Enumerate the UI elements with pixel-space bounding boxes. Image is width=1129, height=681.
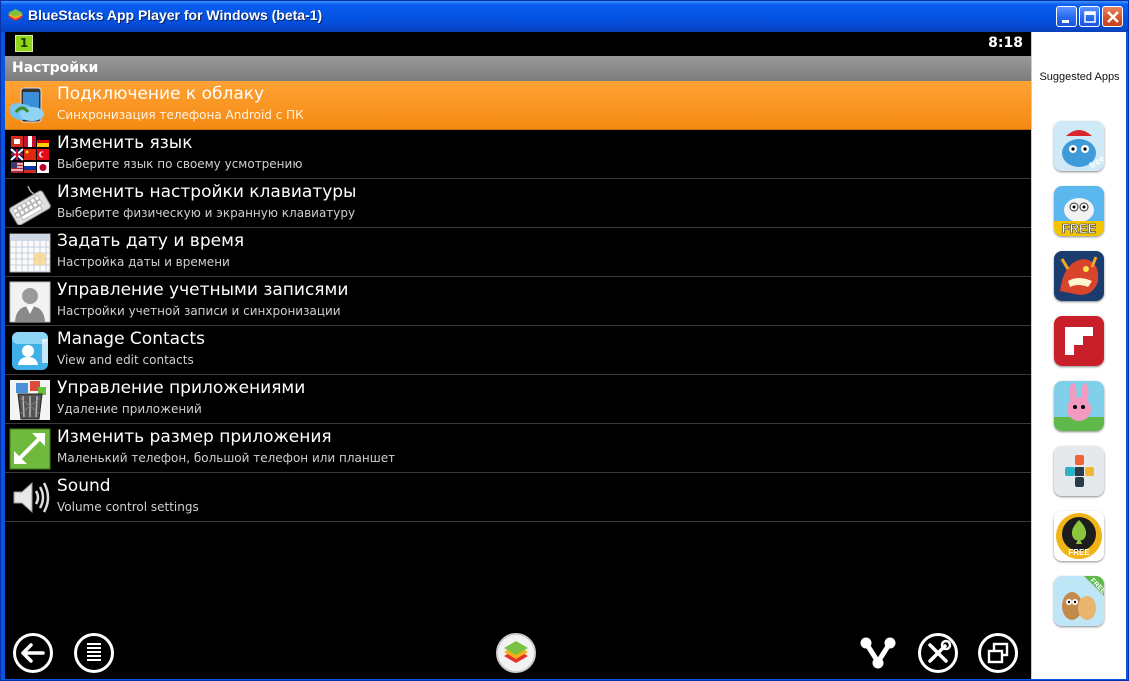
home-button[interactable]	[495, 632, 537, 674]
app-6-icon	[1054, 446, 1104, 496]
settings-header: Настройки	[5, 56, 1031, 81]
bottom-navigation-bar	[5, 629, 1031, 679]
settings-item-subtitle: Выберите язык по своему усмотрению	[57, 157, 303, 171]
calendar-icon	[9, 233, 51, 273]
suggested-app-7[interactable]: FREE	[1054, 511, 1104, 561]
menu-button[interactable]	[73, 632, 115, 674]
suggested-app-5[interactable]	[1054, 381, 1104, 431]
app-5-icon	[1054, 381, 1104, 431]
maximize-button[interactable]	[1079, 6, 1100, 27]
cloud-phone-icon	[10, 87, 44, 123]
share-icon[interactable]	[857, 632, 899, 674]
account-icon	[9, 281, 51, 323]
app-8-icon: FREE	[1054, 576, 1104, 626]
app-1-icon: free	[1054, 121, 1104, 171]
settings-tools-button[interactable]	[917, 632, 959, 674]
suggested-app-6[interactable]	[1054, 446, 1104, 496]
settings-item-cloud[interactable]: Подключение к облаку Синхронизация телеф…	[5, 81, 1031, 130]
settings-item-title: Подключение к облаку	[57, 84, 265, 104]
settings-item-accounts[interactable]: Управление учетными записями Настройки у…	[5, 277, 1031, 326]
title-bar[interactable]: BlueStacks App Player for Windows (beta-…	[1, 1, 1128, 32]
settings-item-subtitle: Синхронизация телефона Android с ПК	[57, 108, 304, 122]
settings-item-title: Изменить настройки клавиатуры	[57, 182, 357, 202]
suggested-app-4[interactable]	[1054, 316, 1104, 366]
notification-icon[interactable]: 1	[15, 35, 33, 52]
page-title: Настройки	[12, 60, 99, 76]
maximize-icon	[1084, 11, 1096, 23]
suggested-apps-panel: Suggested Apps free FREE FREE FREE	[1031, 32, 1126, 679]
suggested-app-1[interactable]: free	[1054, 121, 1104, 171]
settings-item-title: Изменить размер приложения	[57, 427, 332, 447]
flipboard-icon	[1054, 316, 1104, 366]
app-2-icon: FREE	[1054, 186, 1104, 236]
settings-item-apps[interactable]: Управление приложениями Удаление приложе…	[5, 375, 1031, 424]
settings-item-sound[interactable]: Sound Volume control settings	[5, 473, 1031, 522]
window-title: BlueStacks App Player for Windows (beta-…	[28, 7, 323, 23]
app-badge: FREE	[1062, 221, 1097, 236]
close-icon	[1107, 11, 1119, 23]
settings-item-title: Управление приложениями	[57, 378, 306, 398]
settings-item-contacts[interactable]: Manage Contacts View and edit contacts	[5, 326, 1031, 375]
status-time: 8:18	[988, 35, 1023, 51]
suggested-app-3[interactable]	[1054, 251, 1104, 301]
app-badge: FREE	[1068, 548, 1090, 557]
settings-item-title: Изменить язык	[57, 133, 193, 153]
minimize-icon	[1062, 20, 1069, 23]
settings-item-subtitle: Настройка даты и времени	[57, 255, 230, 269]
settings-item-title: Задать дату и время	[57, 231, 245, 251]
bluestacks-logo-icon	[8, 9, 23, 21]
settings-item-title: Manage Contacts	[57, 329, 205, 349]
settings-item-subtitle: Volume control settings	[57, 500, 199, 514]
settings-item-subtitle: Выберите физическую и экранную клавиатур…	[57, 206, 356, 220]
trash-icon	[10, 380, 50, 420]
minimize-button[interactable]	[1056, 6, 1077, 27]
settings-item-language[interactable]: Изменить язык Выберите язык по своему ус…	[5, 130, 1031, 179]
suggested-apps-title: Suggested Apps	[1039, 71, 1120, 83]
flags-icon	[10, 136, 49, 173]
app-7-icon: FREE	[1054, 511, 1104, 561]
settings-item-subtitle: View and edit contacts	[57, 353, 194, 367]
settings-item-title: Управление учетными записями	[57, 280, 349, 300]
suggested-app-8[interactable]: FREE	[1054, 576, 1104, 626]
back-button[interactable]	[12, 632, 54, 674]
client-area: 1 8:18 Настройки Подключение к облаку Си…	[5, 32, 1126, 679]
settings-item-datetime[interactable]: Задать дату и время Настройка даты и вре…	[5, 228, 1031, 277]
settings-list: Подключение к облаку Синхронизация телеф…	[5, 81, 1031, 522]
suggested-app-2[interactable]: FREE	[1054, 186, 1104, 236]
close-button[interactable]	[1102, 6, 1123, 27]
app-window: BlueStacks App Player for Windows (beta-…	[0, 0, 1129, 681]
resize-icon	[9, 428, 51, 470]
settings-item-resize[interactable]: Изменить размер приложения Маленький тел…	[5, 424, 1031, 473]
window-mode-button[interactable]	[977, 632, 1019, 674]
settings-item-subtitle: Настройки учетной записи и синхронизации	[57, 304, 341, 318]
settings-item-title: Sound	[57, 476, 111, 496]
keyboard-icon	[9, 185, 51, 225]
speaker-icon	[13, 481, 50, 514]
contacts-icon	[12, 332, 48, 370]
android-screen: 1 8:18 Настройки Подключение к облаку Си…	[5, 32, 1031, 679]
app-3-icon	[1054, 251, 1104, 301]
settings-item-subtitle: Маленький телефон, большой телефон или п…	[57, 451, 396, 465]
status-bar: 1 8:18	[5, 32, 1031, 55]
settings-item-keyboard[interactable]: Изменить настройки клавиатуры Выберите ф…	[5, 179, 1031, 228]
settings-item-subtitle: Удаление приложений	[57, 402, 202, 416]
